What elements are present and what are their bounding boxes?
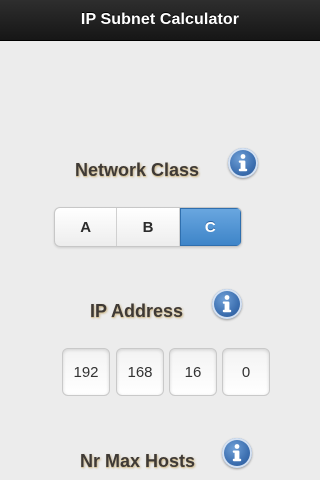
info-icon [232, 444, 242, 462]
ip-address-title: IP Address [90, 301, 184, 321]
class-c-button[interactable]: C [179, 208, 241, 246]
network-class-selector: A B C [54, 207, 242, 247]
ip-address-info-icon[interactable] [212, 289, 242, 319]
app-screen: IP Subnet Calculator Network Class A B C… [0, 0, 320, 480]
network-class-info-icon[interactable] [228, 148, 258, 178]
ip-address-fields [62, 348, 270, 396]
ip-octet-4-input[interactable] [222, 348, 270, 396]
max-hosts-info-icon[interactable] [222, 438, 252, 468]
class-b-button[interactable]: B [117, 208, 180, 246]
page-title: IP Subnet Calculator [80, 11, 240, 28]
ip-octet-2-input[interactable] [116, 348, 164, 396]
info-icon [238, 154, 248, 172]
class-a-button[interactable]: A [55, 208, 118, 246]
max-hosts-title: Nr Max Hosts [80, 451, 196, 471]
network-class-title: Network Class [75, 160, 200, 180]
ip-octet-3-input[interactable] [169, 348, 217, 396]
info-icon [222, 295, 232, 313]
header-bar: IP Subnet Calculator [0, 0, 320, 41]
ip-octet-1-input[interactable] [62, 348, 110, 396]
